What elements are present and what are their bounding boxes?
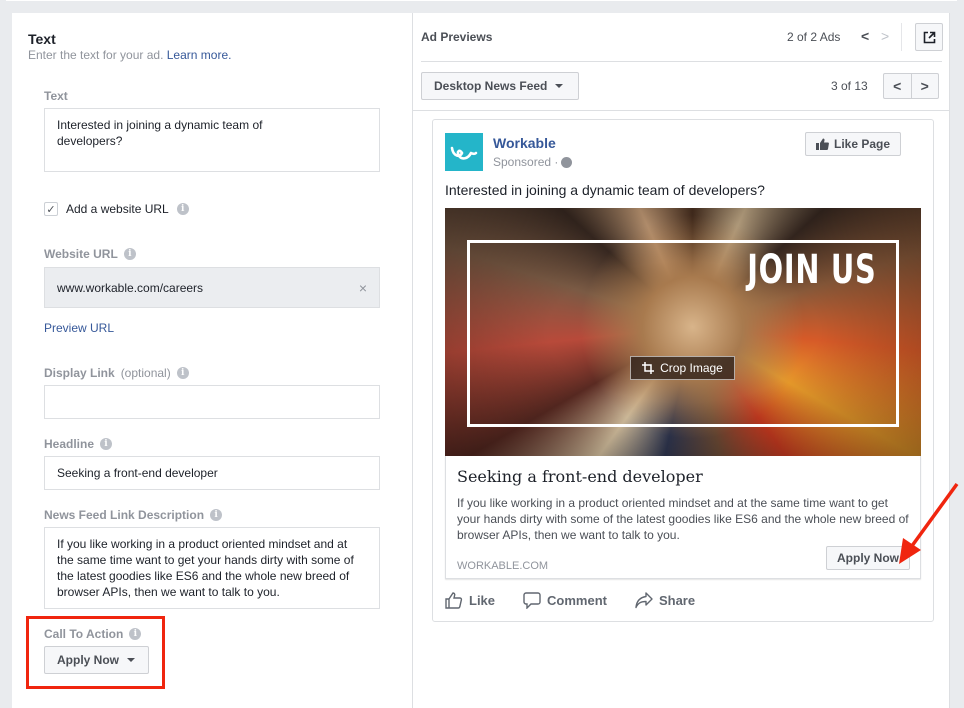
post-actions: Like Comment Share <box>445 592 695 609</box>
add-website-url-row: ✓ Add a website URL i <box>44 202 189 216</box>
preview-url-link[interactable]: Preview URL <box>44 321 114 335</box>
ad-text-editor-panel: Text Enter the text for your ad. Learn m… <box>12 13 413 708</box>
section-subtitle: Enter the text for your ad. Learn more. <box>28 48 231 62</box>
image-headline-text: JOIN US <box>746 247 876 293</box>
comment-label: Comment <box>547 593 607 608</box>
workable-logo-icon <box>450 146 478 160</box>
crop-image-label: Crop Image <box>660 361 723 375</box>
display-link-input[interactable] <box>44 385 380 419</box>
workable-logo[interactable] <box>445 133 483 171</box>
optional-tag: (optional) <box>120 366 171 380</box>
page-name-link[interactable]: Workable <box>493 135 556 151</box>
comment-action[interactable]: Comment <box>523 592 607 609</box>
top-strip <box>6 0 957 1</box>
headline-label-text: Headline <box>44 437 95 451</box>
info-icon[interactable]: i <box>123 248 136 260</box>
info-icon[interactable]: i <box>176 203 189 215</box>
ad-headline: Seeking a front-end developer <box>457 467 703 486</box>
share-action[interactable]: Share <box>635 592 695 609</box>
globe-icon <box>561 156 573 168</box>
crop-image-button[interactable]: Crop Image <box>630 356 735 380</box>
ad-previews-title: Ad Previews <box>421 30 493 44</box>
ad-description: If you like working in a product oriente… <box>457 496 909 542</box>
placement-dropdown[interactable]: Desktop News Feed <box>421 72 579 100</box>
open-external-button[interactable] <box>915 23 943 51</box>
prev-placement-chevron-icon[interactable]: < <box>884 74 911 98</box>
headline-input[interactable]: Seeking a front-end developer <box>44 456 380 490</box>
comment-icon <box>523 592 541 609</box>
website-url-label: Website URL i <box>44 247 136 261</box>
ad-domain: WORKABLE.COM <box>457 560 549 572</box>
crop-icon <box>642 362 655 374</box>
like-page-label: Like Page <box>833 137 891 151</box>
website-url-value: www.workable.com/careers <box>57 281 204 295</box>
add-website-url-checkbox[interactable]: ✓ <box>44 202 58 216</box>
info-icon[interactable]: i <box>176 367 189 379</box>
divider <box>421 61 942 62</box>
ad-link-area[interactable]: Seeking a front-end developer If you lik… <box>445 456 921 579</box>
ad-preview-card: Workable Sponsored · Like Page Intereste… <box>432 119 934 622</box>
share-icon <box>635 592 653 609</box>
divider <box>413 110 950 111</box>
ad-previews-panel: Ad Previews 2 of 2 Ads < > Desktop News … <box>413 13 950 708</box>
apply-now-button[interactable]: Apply Now <box>826 546 910 570</box>
ads-count: 2 of 2 Ads <box>787 30 841 44</box>
description-value: If you like working in a product oriente… <box>57 537 354 599</box>
headline-label: Headline i <box>44 437 113 451</box>
primary-text-input[interactable]: Interested in joining a dynamic team of … <box>44 108 380 172</box>
headline-value: Seeking a front-end developer <box>57 466 218 480</box>
cta-highlight-box <box>26 616 165 689</box>
sponsored-label: Sponsored · <box>493 155 573 169</box>
sponsored-text: Sponsored · <box>493 155 559 169</box>
thumbs-up-icon <box>815 138 829 150</box>
divider <box>901 23 902 51</box>
display-link-label-text: Display Link <box>44 366 115 380</box>
description-input[interactable]: If you like working in a product oriente… <box>44 527 380 609</box>
website-url-label-text: Website URL <box>44 247 118 261</box>
learn-more-link[interactable]: Learn more. <box>167 48 232 62</box>
clear-icon[interactable]: × <box>359 280 367 296</box>
like-icon <box>445 592 463 609</box>
ad-image[interactable]: JOIN US Crop Image <box>445 208 921 456</box>
display-link-label: Display Link (optional) i <box>44 366 189 380</box>
share-label: Share <box>658 593 696 608</box>
info-icon[interactable]: i <box>210 509 223 521</box>
like-action[interactable]: Like <box>445 592 495 609</box>
next-ad-chevron-icon[interactable]: > <box>881 28 889 44</box>
placement-pager: < > <box>883 73 939 99</box>
placement-value: Desktop News Feed <box>434 79 548 93</box>
add-website-url-label: Add a website URL <box>66 202 169 216</box>
text-label: Text <box>44 89 68 103</box>
text-label-text: Text <box>44 89 68 103</box>
image-frame: JOIN US <box>467 240 899 427</box>
prev-ad-chevron-icon[interactable]: < <box>861 28 869 44</box>
info-icon[interactable]: i <box>100 438 113 450</box>
external-link-icon <box>923 31 935 43</box>
ad-primary-text: Interested in joining a dynamic team of … <box>445 182 765 198</box>
description-label-text: News Feed Link Description <box>44 508 205 522</box>
section-subtitle-text: Enter the text for your ad. <box>28 48 164 62</box>
section-title: Text <box>28 31 56 47</box>
next-placement-chevron-icon[interactable]: > <box>910 74 939 98</box>
like-page-button[interactable]: Like Page <box>805 132 901 156</box>
right-gutter <box>950 13 964 708</box>
caret-down-icon <box>555 84 564 88</box>
placement-count: 3 of 13 <box>831 79 868 93</box>
description-label: News Feed Link Description i <box>44 508 223 522</box>
like-label: Like <box>469 593 496 608</box>
primary-text-value: Interested in joining a dynamic team of … <box>57 118 263 148</box>
website-url-input[interactable]: www.workable.com/careers × <box>44 267 380 308</box>
